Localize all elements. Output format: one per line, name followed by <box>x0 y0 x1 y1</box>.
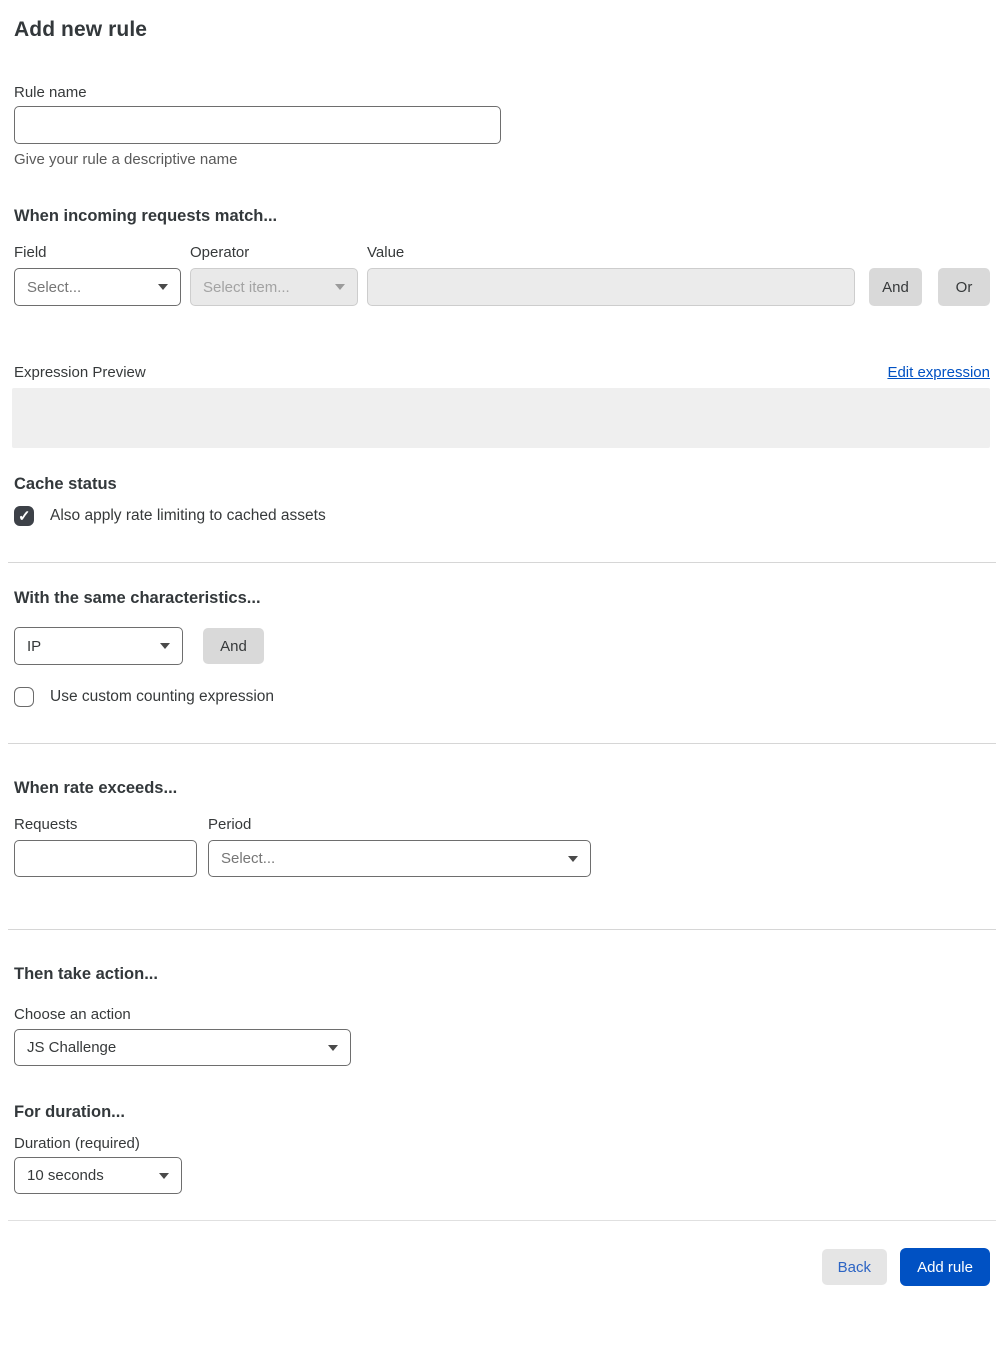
chevron-down-icon <box>159 1172 169 1179</box>
or-button[interactable]: Or <box>938 268 990 306</box>
rule-name-label: Rule name <box>14 84 87 101</box>
rate-controls-row: Select... <box>14 840 990 877</box>
section-divider <box>8 929 996 930</box>
section-heading-match: When incoming requests match... <box>14 207 278 225</box>
duration-label: Duration (required) <box>14 1135 140 1152</box>
characteristic-select[interactable]: IP <box>14 627 183 665</box>
duration-select[interactable]: 10 seconds <box>14 1157 182 1194</box>
cache-status-checkbox-label: Also apply rate limiting to cached asset… <box>50 507 326 524</box>
custom-counting-checkbox-label: Use custom counting expression <box>50 688 275 705</box>
period-label: Period <box>208 816 252 833</box>
and-button[interactable]: And <box>869 268 922 306</box>
footer-divider <box>8 1220 996 1221</box>
rule-name-input[interactable] <box>14 106 501 144</box>
choose-action-label: Choose an action <box>14 1006 131 1023</box>
characteristics-row: IP And <box>14 627 990 665</box>
footer-actions: Back Add rule <box>14 1248 990 1286</box>
rate-labels-row: Requests Period <box>14 816 990 833</box>
rule-name-group: Rule name Give your rule a descriptive n… <box>14 84 990 168</box>
section-heading-cache-status: Cache status <box>14 475 117 493</box>
add-rule-form: Add new rule Rule name Give your rule a … <box>0 18 1002 1286</box>
value-label: Value <box>367 244 405 261</box>
operator-select[interactable]: Select item... <box>190 268 358 306</box>
custom-counting-row: Use custom counting expression <box>14 687 990 707</box>
edit-expression-link[interactable]: Edit expression <box>887 364 990 381</box>
chevron-down-icon <box>568 855 578 862</box>
chevron-down-icon <box>160 643 170 649</box>
section-heading-characteristics: With the same characteristics... <box>14 589 261 607</box>
chevron-down-icon <box>328 1044 338 1051</box>
match-labels-row: Field Operator Value <box>14 244 990 261</box>
characteristic-and-button[interactable]: And <box>203 628 264 664</box>
requests-input[interactable] <box>14 840 197 877</box>
period-select[interactable]: Select... <box>208 840 591 877</box>
back-button[interactable]: Back <box>821 1249 887 1285</box>
cache-status-row: Also apply rate limiting to cached asset… <box>14 506 990 527</box>
section-heading-action: Then take action... <box>14 965 158 983</box>
duration-select-value: 10 seconds <box>27 1167 104 1184</box>
operator-label: Operator <box>190 244 250 261</box>
section-divider <box>8 562 996 563</box>
characteristic-select-value: IP <box>27 637 42 655</box>
field-select[interactable]: Select... <box>14 268 181 306</box>
chevron-down-icon <box>158 284 168 290</box>
page-title: Add new rule <box>14 18 148 41</box>
rule-name-helper: Give your rule a descriptive name <box>14 151 238 168</box>
period-select-value: Select... <box>221 850 276 867</box>
field-label: Field <box>14 244 47 261</box>
action-select[interactable]: JS Challenge <box>14 1029 351 1066</box>
operator-select-value: Select item... <box>203 278 290 296</box>
cache-status-checkbox[interactable] <box>14 506 34 527</box>
section-heading-rate: When rate exceeds... <box>14 779 178 797</box>
chevron-down-icon <box>335 284 345 290</box>
section-heading-duration: For duration... <box>14 1103 125 1121</box>
field-select-value: Select... <box>27 278 82 296</box>
action-select-value: JS Challenge <box>27 1039 117 1056</box>
match-controls-row: Select... Select item... And Or <box>14 268 990 306</box>
requests-label: Requests <box>14 816 78 833</box>
section-divider <box>8 743 996 744</box>
custom-counting-checkbox[interactable] <box>14 687 34 707</box>
expression-preview-label: Expression Preview <box>14 364 146 381</box>
value-input[interactable] <box>367 268 855 306</box>
expression-preview-box <box>12 388 990 448</box>
add-rule-button[interactable]: Add rule <box>900 1248 990 1286</box>
expression-preview-row: Expression Preview Edit expression <box>14 364 990 381</box>
